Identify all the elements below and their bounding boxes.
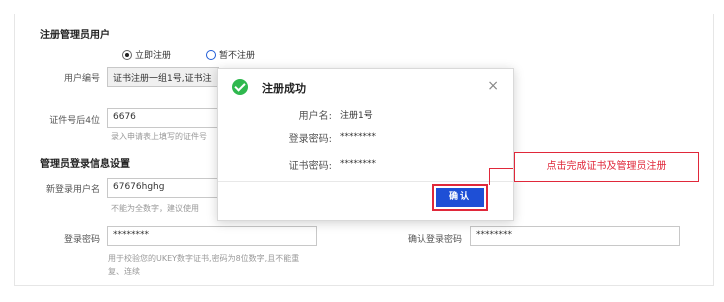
close-icon[interactable]: × — [487, 78, 499, 94]
new-login-input[interactable]: 67676hghg — [107, 178, 219, 198]
dialog-title: 注册成功 — [262, 82, 306, 95]
callout-connector — [489, 168, 513, 169]
dialog-divider — [218, 181, 513, 182]
pwd-hint-line1: 用于校验您的UKEY数字证书,密码为8位数字,且不能重 — [108, 254, 300, 263]
new-login-hint: 不能为全数字，建议使用 — [111, 204, 199, 213]
confirm-button[interactable]: 确认 — [436, 188, 484, 207]
radio-register-later[interactable]: 暂不注册 — [206, 48, 255, 61]
dialog-login-pwd-label: 登录密码: — [288, 134, 332, 145]
cert-hint: 录入申请表上填写的证件号 — [111, 132, 207, 141]
user-no-input[interactable]: 证书注册一组1号,证书注 — [107, 67, 219, 87]
pwd-hint-line2: 复、连续 — [108, 267, 140, 276]
confirm-highlight: 确认 — [432, 184, 488, 211]
radio-register-later-label: 暂不注册 — [219, 51, 256, 61]
dialog-username-label: 用户名: — [298, 111, 332, 122]
new-login-label: 新登录用户名 — [45, 185, 100, 195]
cert-last4-label: 证件号后4位 — [49, 116, 100, 126]
confirm-pwd-label: 确认登录密码 — [407, 235, 462, 245]
confirm-pwd-input[interactable]: ******** — [470, 226, 680, 246]
radio-register-now[interactable]: 立即注册 — [122, 48, 171, 61]
login-pwd-label: 登录密码 — [63, 235, 100, 245]
user-no-label: 用户编号 — [63, 74, 100, 84]
callout-connector-vertical — [489, 168, 490, 185]
login-pwd-input[interactable]: ******** — [107, 226, 317, 246]
success-check-icon — [232, 79, 248, 95]
section-title-login: 管理员登录信息设置 — [40, 159, 130, 170]
callout-annotation: 点击完成证书及管理员注册 — [514, 152, 699, 182]
cert-last4-input[interactable]: 6676 — [107, 108, 219, 128]
dialog-login-pwd-value: ******** — [340, 132, 376, 142]
radio-checked-icon — [122, 49, 132, 60]
success-dialog: 注册成功 × 用户名: 注册1号 登录密码: ******** 证书密码: **… — [217, 68, 514, 221]
section-title-admin: 注册管理员用户 — [40, 30, 110, 41]
registration-page: 注册管理员用户 立即注册 暂不注册 用户编号 证书注册一组1号,证书注 证件号后… — [0, 0, 724, 302]
dialog-cert-pwd-value: ******** — [340, 159, 376, 169]
dialog-username-value: 注册1号 — [340, 111, 373, 121]
radio-register-now-label: 立即注册 — [135, 51, 172, 61]
radio-unchecked-icon — [206, 49, 216, 60]
dialog-cert-pwd-label: 证书密码: — [288, 161, 332, 172]
